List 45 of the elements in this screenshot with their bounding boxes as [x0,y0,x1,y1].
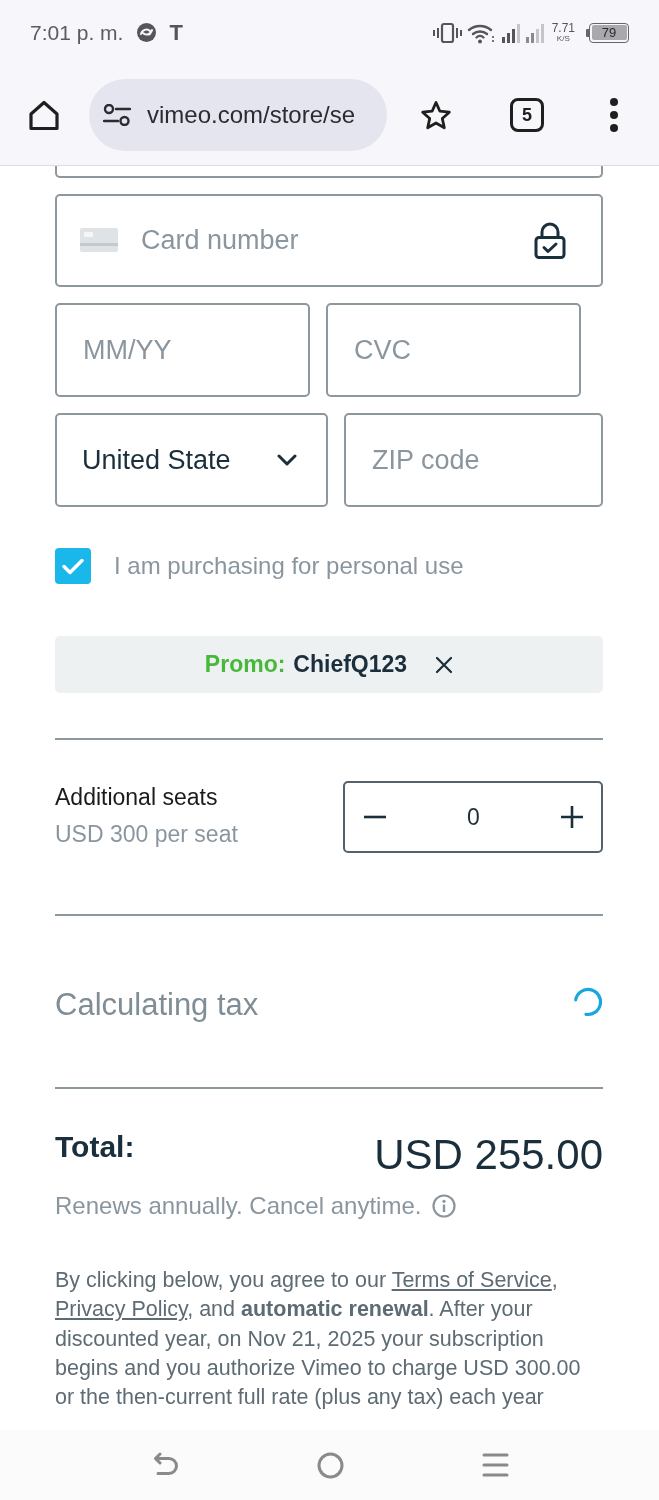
checkbox-label: I am purchasing for personal use [114,552,464,580]
renewal-note: Renews annually. Cancel anytime. [55,1192,422,1220]
card-number-field[interactable]: Card number [55,194,603,287]
seat-price: USD 300 per seat [55,820,238,848]
total-amount: USD 255.00 [374,1131,603,1179]
swirl-icon [137,23,157,42]
seat-stepper[interactable]: 0 [343,781,603,853]
promo-label: Promo: [204,651,286,678]
checkbox[interactable] [55,548,91,584]
address-bar[interactable]: vimeo.com/store/se [89,79,387,151]
lock-icon [533,221,567,259]
chevron-down-icon[interactable] [277,454,297,466]
star-icon[interactable] [420,99,452,131]
cvc-field[interactable]: CVC [326,303,581,397]
more-options-icon[interactable] [610,98,618,132]
menu-icon[interactable] [482,1452,509,1478]
notification-icon: T [169,19,183,46]
network-speed-unit: K/S [556,35,570,43]
expiry-date-field[interactable]: MM/YY [55,303,310,397]
promo-code: ChiefQ123 [293,651,408,678]
credit-card-icon [80,228,118,252]
battery-indicator: 79 [586,22,629,43]
country-select[interactable]: United State [55,413,328,507]
home-icon[interactable] [28,99,60,131]
input-field[interactable] [55,166,603,178]
vibrate-icon [431,21,463,44]
back-icon[interactable] [152,1452,179,1478]
home-circle-icon[interactable] [317,1451,344,1479]
legal-text: By clicking below, you agree to our Terms of Service, Privacy Policy, and automatic renewal. After your discounted year, on Nov 21, 2025 your subscription begins and you authorize Vimeo to charge USD 300.00 or the then-current full rate (plus any tax) each year [55,1267,582,1412]
network-speed: 7.71 [551,22,575,34]
privacy-link[interactable]: Privacy Policy [55,1297,188,1322]
signal-icon [500,22,520,43]
info-icon[interactable] [432,1194,457,1218]
plus-icon[interactable] [560,805,584,829]
terms-link[interactable]: Terms of Service [391,1268,552,1292]
tune-icon[interactable] [103,104,131,126]
signal-icon [524,22,544,43]
tax-status-text: Calculating tax [55,986,259,1023]
seat-count: 0 [467,803,480,831]
total-label: Total: [55,1129,135,1164]
zip-code-field[interactable]: ZIP code [344,413,603,507]
tab-switcher-button[interactable]: 5 [510,98,544,132]
clock-time: 7:01 p. m. [30,20,124,45]
close-icon[interactable] [435,655,454,674]
seats-title: Additional seats [55,783,219,811]
